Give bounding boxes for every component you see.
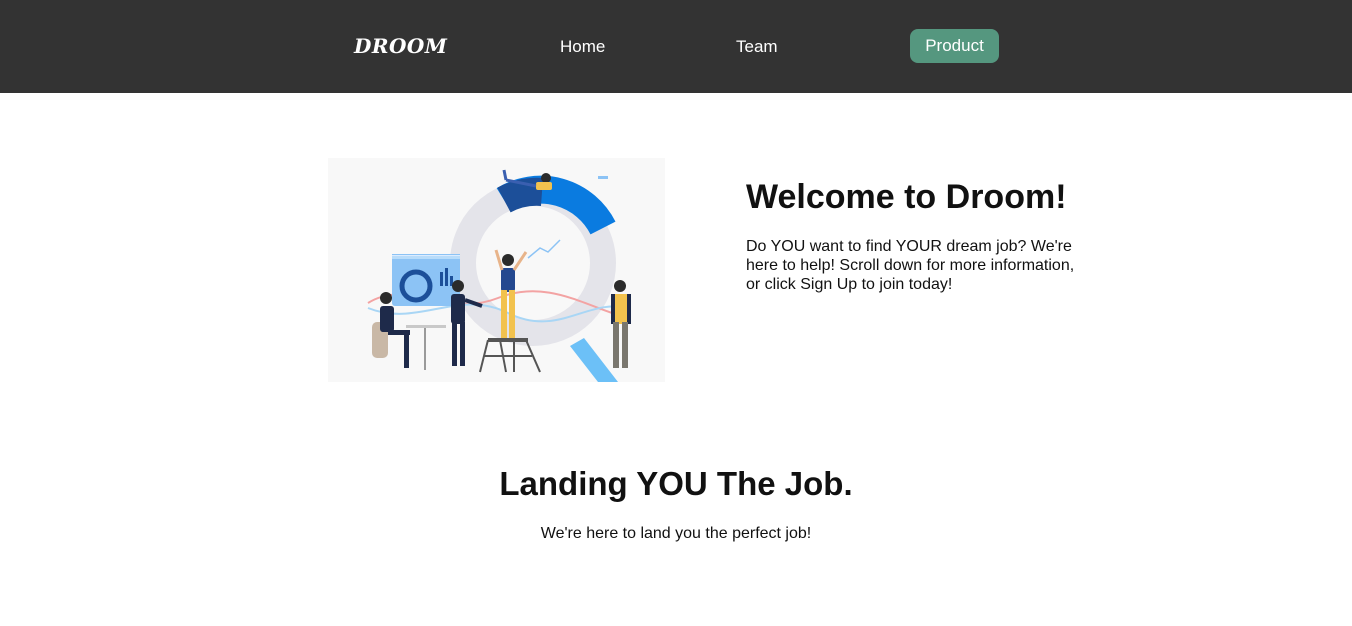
- nav-product-button[interactable]: Product: [910, 29, 999, 63]
- team-analytics-illustration: [367, 169, 631, 382]
- nav-team-link[interactable]: Team: [736, 37, 778, 57]
- nav-home-link[interactable]: Home: [560, 37, 605, 57]
- hero-illustration: [328, 158, 665, 382]
- section-text: We're here to land you the perfect job!: [540, 525, 812, 542]
- section-title: Landing YOU The Job.: [499, 465, 853, 502]
- hero-text: Do YOU want to find YOUR dream job? We'r…: [746, 238, 1075, 293]
- navbar: DROOM Home Team Product: [0, 0, 1352, 93]
- hero-title: Welcome to Droom!: [746, 178, 1067, 216]
- logo[interactable]: DROOM: [354, 34, 447, 58]
